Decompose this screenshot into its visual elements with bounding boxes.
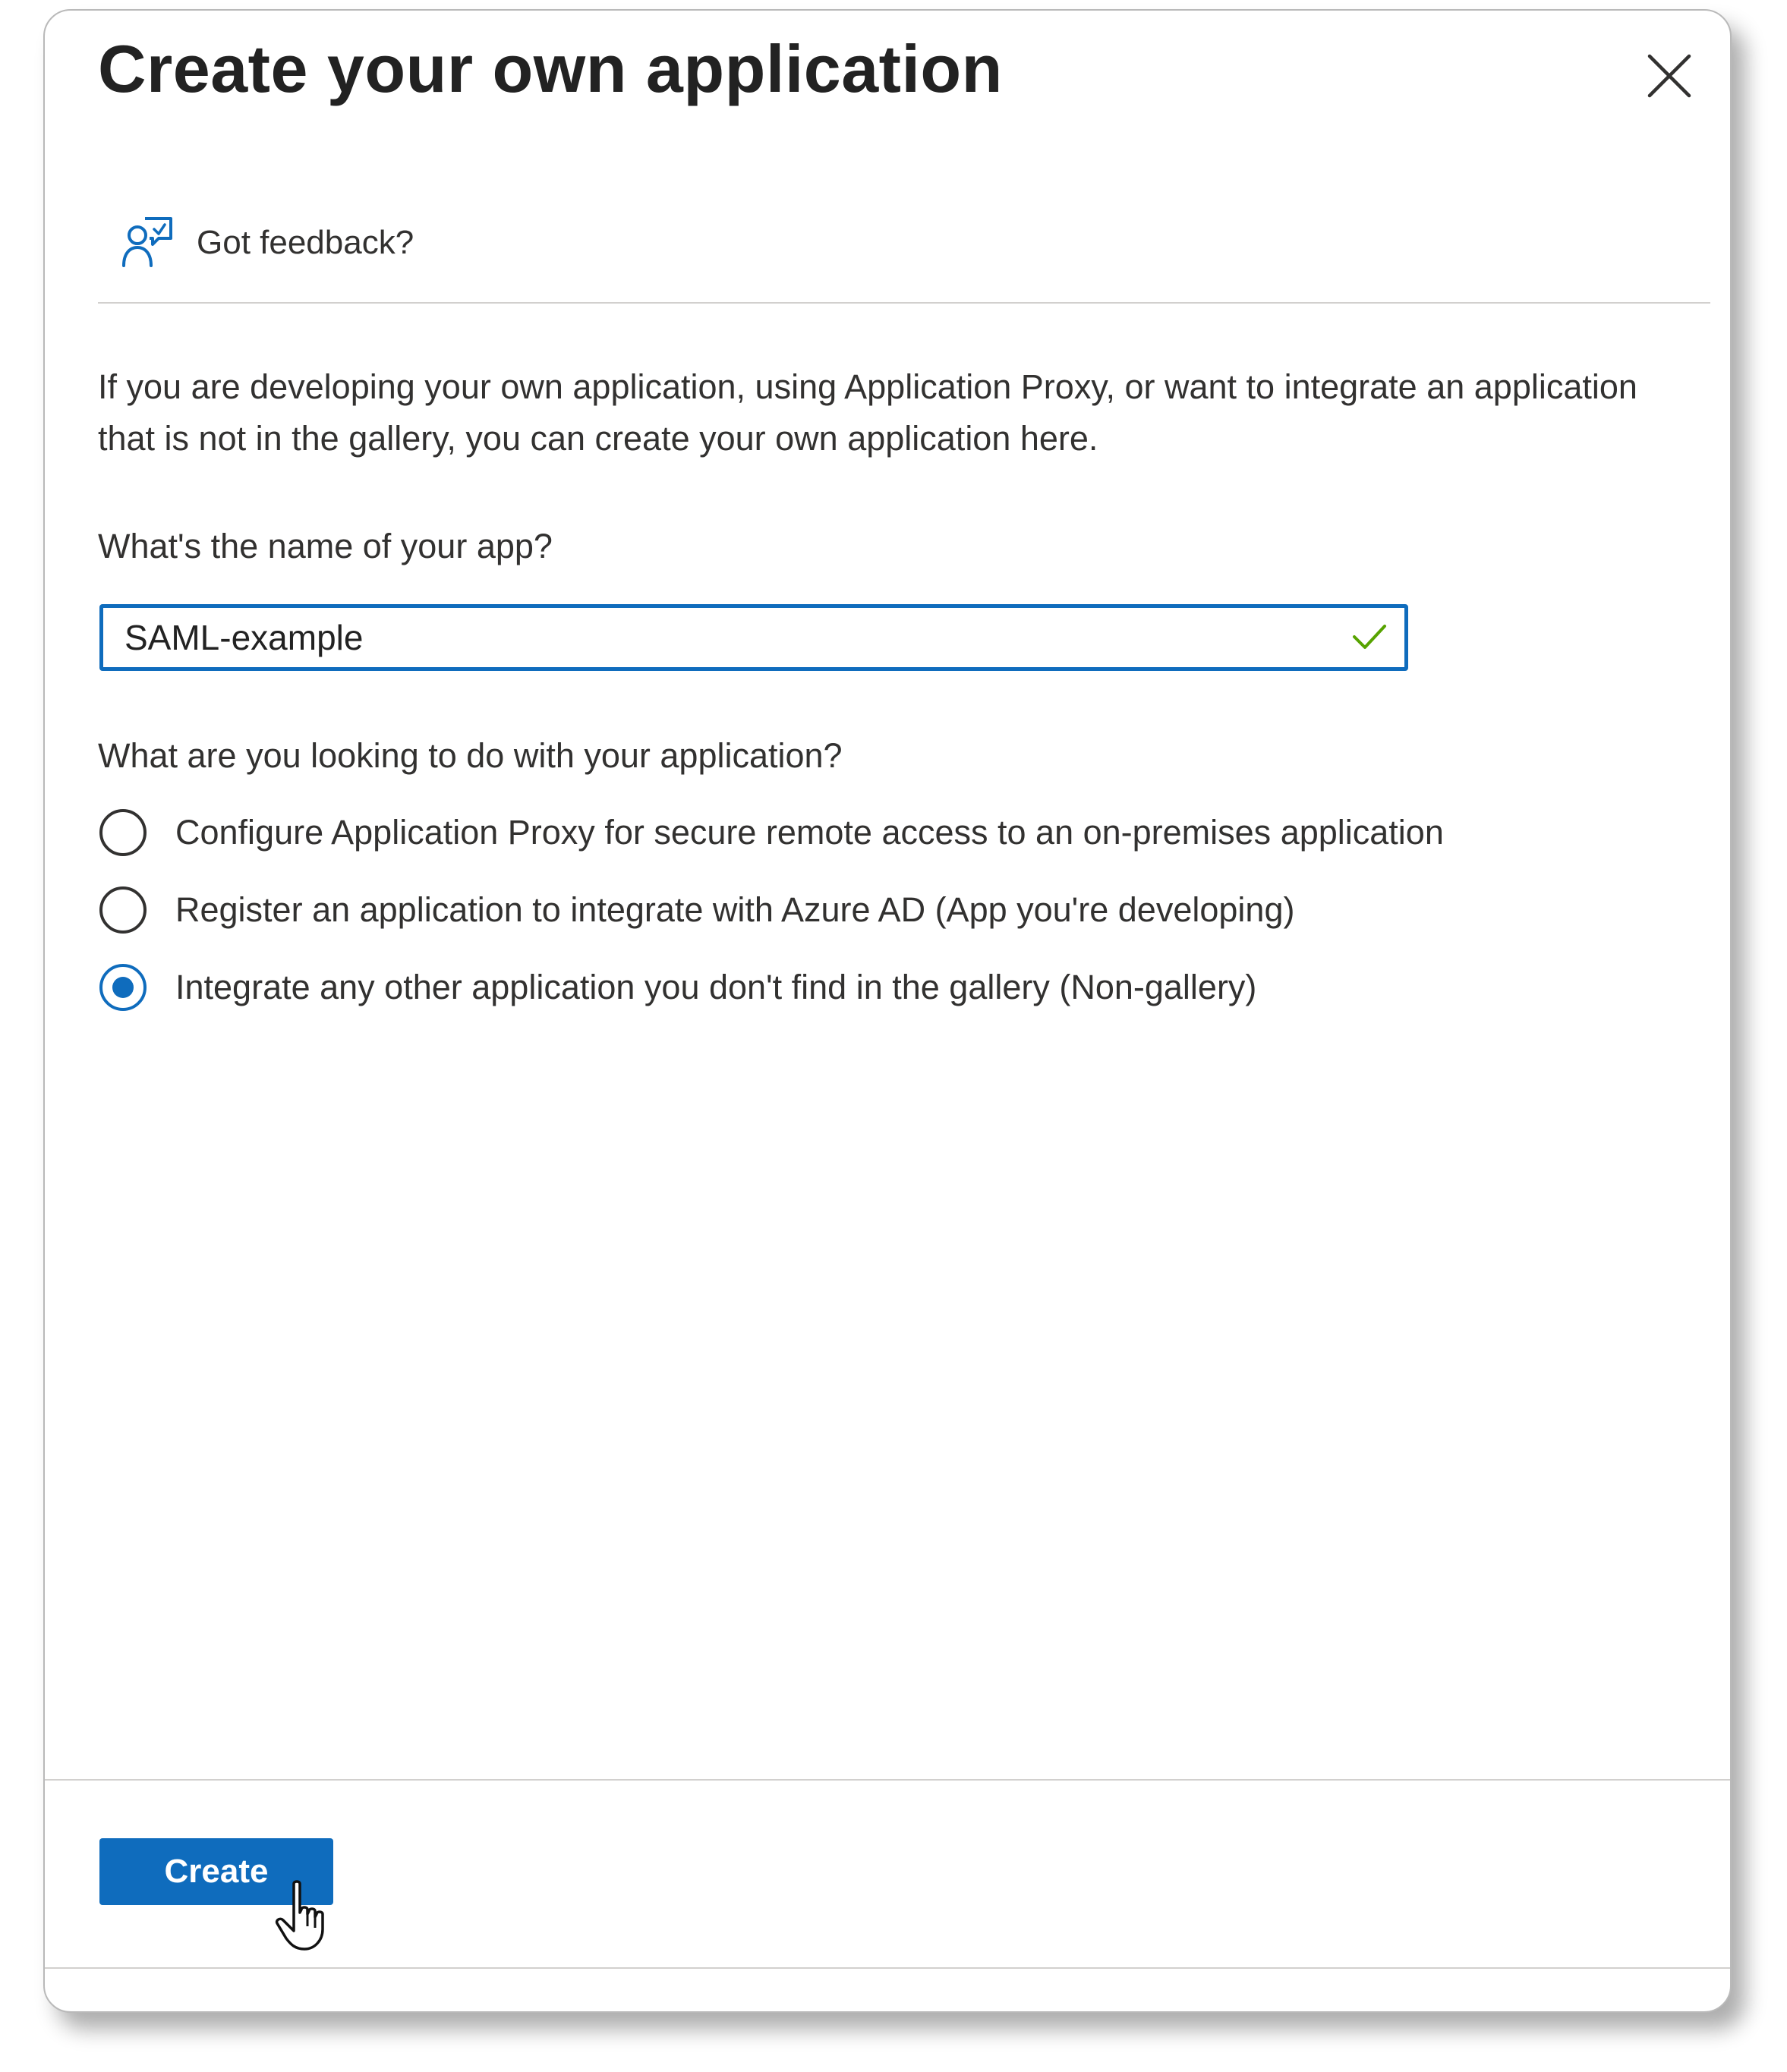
radio-button[interactable] [99, 809, 147, 856]
footer-divider [45, 1779, 1730, 1781]
purpose-question-label: What are you looking to do with your app… [98, 736, 843, 775]
close-icon [1647, 54, 1691, 98]
feedback-person-icon [122, 217, 172, 267]
create-button[interactable]: Create [99, 1838, 333, 1905]
create-application-dialog: Create your own application Got feedback… [43, 9, 1732, 2013]
radio-option-register-app[interactable]: Register an application to integrate wit… [99, 886, 1294, 934]
description-text: If you are developing your own applicati… [98, 367, 1637, 458]
radio-option-app-proxy[interactable]: Configure Application Proxy for secure r… [99, 809, 1444, 856]
dialog-title: Create your own application [98, 31, 1003, 106]
bottom-divider [45, 1967, 1730, 1969]
header-divider [98, 302, 1710, 304]
radio-label: Register an application to integrate wit… [175, 890, 1295, 929]
app-name-field[interactable] [99, 604, 1408, 671]
feedback-link[interactable]: Got feedback? [119, 216, 414, 270]
radio-option-non-gallery[interactable]: Integrate any other application you don'… [99, 964, 1256, 1011]
checkmark-icon [1353, 625, 1386, 649]
feedback-label: Got feedback? [197, 224, 414, 261]
radio-label: Configure Application Proxy for secure r… [175, 813, 1444, 852]
close-button[interactable] [1639, 46, 1700, 106]
app-name-input[interactable] [124, 608, 1309, 667]
radio-label: Integrate any other application you don'… [175, 968, 1257, 1006]
app-name-label: What's the name of your app? [98, 527, 553, 565]
radio-button[interactable] [99, 886, 147, 934]
radio-selected-dot [112, 977, 134, 998]
radio-button-selected[interactable] [99, 964, 147, 1011]
